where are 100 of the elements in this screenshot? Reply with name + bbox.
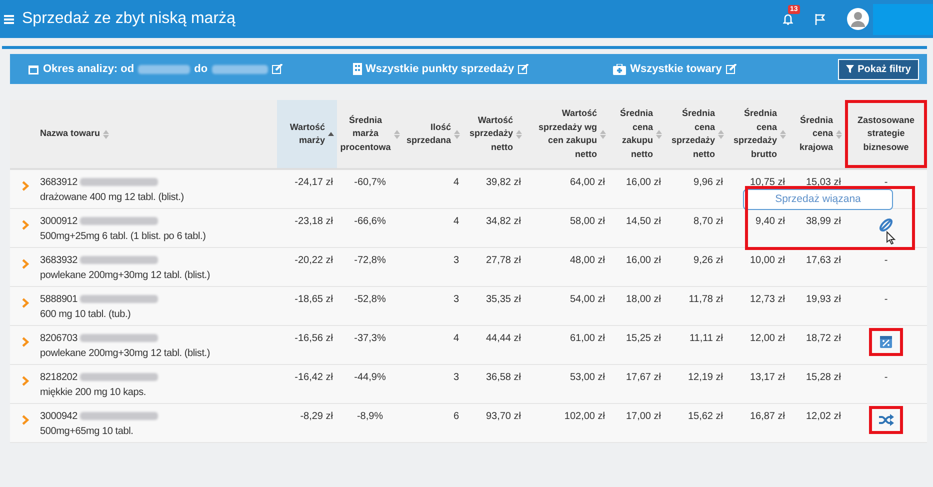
shuffle-icon[interactable] <box>878 414 894 426</box>
products-filter: Wszystkie towary <box>630 63 722 75</box>
menu-icon[interactable] <box>4 14 14 24</box>
table-cell: 54,00 zł <box>570 294 605 305</box>
table-cell: 15,03 zł <box>806 177 841 188</box>
table-cell: 39,82 zł <box>486 177 521 188</box>
empty-dash: - <box>884 255 888 266</box>
table-cell: 10,75 zł <box>750 177 785 188</box>
table-cell: -44,9% <box>354 372 386 383</box>
table-cell: -72,8% <box>354 255 386 266</box>
table-cell: 16,00 zł <box>626 177 661 188</box>
table-cell: 18,72 zł <box>806 333 841 344</box>
table-cell: 14,50 zł <box>626 216 661 227</box>
table-cell: 6 <box>453 411 459 422</box>
table-cell: -23,18 zł <box>294 216 333 227</box>
show-filters-button[interactable]: Pokaż filtry <box>838 58 919 80</box>
edit-icon[interactable] <box>518 64 530 74</box>
table-cell: 3 <box>453 372 459 383</box>
empty-dash: - <box>884 372 888 383</box>
product-description: 500mg+25mg 6 tabl. (1 blist. po 6 tabl.) <box>40 230 206 242</box>
table-cell: 17,63 zł <box>806 255 841 266</box>
table-cell: 10,00 zł <box>750 255 785 266</box>
flag-icon[interactable] <box>815 14 825 24</box>
table-cell: -18,65 zł <box>294 294 333 305</box>
table-cell: 58,00 zł <box>570 216 605 227</box>
filter-icon <box>846 65 854 73</box>
sort-icon[interactable] <box>394 130 400 138</box>
table-cell: 4 <box>453 333 459 344</box>
product-code: 3683932 <box>40 255 78 266</box>
bell-icon[interactable] <box>783 13 793 25</box>
table-cell: -52,8% <box>354 294 386 305</box>
product-description: 500mg+65mg 10 tabl. <box>40 426 134 436</box>
expand-chevron-icon[interactable] <box>22 298 28 308</box>
column-header: Zastosowane strategie biznesowe <box>856 114 916 154</box>
table-cell: 102,00 zł <box>564 411 605 422</box>
link-icon[interactable] <box>878 217 894 233</box>
sort-icon[interactable] <box>103 130 110 138</box>
table-cell: -16,42 zł <box>294 372 333 383</box>
table-cell: 16,87 zł <box>750 411 785 422</box>
table-cell: 9,40 zł <box>756 216 785 227</box>
sort-icon[interactable] <box>656 130 662 138</box>
expand-chevron-icon[interactable] <box>22 337 28 348</box>
sort-icon[interactable] <box>780 130 786 138</box>
column-header: Średnia cena sprzedaży netto <box>670 107 715 160</box>
table-cell: 64,00 zł <box>570 177 605 188</box>
table-cell: 11,78 zł <box>688 294 723 305</box>
sort-icon[interactable] <box>836 130 842 138</box>
table-cell: -16,56 zł <box>294 333 333 344</box>
table-cell: -20,22 zł <box>294 255 333 266</box>
table-cell: 17,00 zł <box>626 411 661 422</box>
calendar-icon <box>28 64 39 74</box>
column-header: Średnia marża procentowa <box>340 114 391 154</box>
table-cell: 35,35 zł <box>486 294 521 305</box>
sort-icon[interactable] <box>718 130 724 138</box>
table-cell: 4 <box>453 177 459 188</box>
sort-icon[interactable] <box>516 130 522 138</box>
table-cell: -24,17 zł <box>294 177 333 188</box>
column-header: Wartość marży <box>288 120 325 147</box>
period-to-label: do <box>194 63 208 75</box>
table-cell: 16,00 zł <box>626 255 661 266</box>
product-description: powlekane 200mg+30mg 12 tabl. (blist.) <box>40 270 210 280</box>
product-code: 3683912 <box>40 177 78 188</box>
table-cell: 15,25 zł <box>626 333 661 344</box>
column-header: Nazwa towaru <box>40 127 100 140</box>
edit-icon[interactable] <box>726 64 737 74</box>
period-label: Okres analizy: od <box>43 63 134 75</box>
table-cell: 15,62 zł <box>688 411 723 422</box>
sort-ascending-icon[interactable] <box>328 132 334 136</box>
expand-chevron-icon[interactable] <box>22 376 28 386</box>
expand-chevron-icon[interactable] <box>22 415 28 426</box>
table-cell: 12,19 zł <box>688 372 723 383</box>
sort-icon[interactable] <box>454 130 460 138</box>
table-cell: 44,44 zł <box>486 333 521 344</box>
first-aid-kit-icon <box>613 64 626 74</box>
column-header: Średnia cena zakupu netto <box>618 107 653 160</box>
expand-chevron-icon[interactable] <box>22 220 28 230</box>
table-cell: 17,67 zł <box>626 372 661 383</box>
product-description: drażowane 400 mg 12 tabl. (blist.) <box>40 192 184 202</box>
blurred-text <box>212 64 268 74</box>
tooltip: Sprzedaż wiązana <box>743 189 893 210</box>
product-code: 8218202 <box>40 372 78 383</box>
sort-icon[interactable] <box>600 130 606 138</box>
edit-icon[interactable] <box>272 64 283 74</box>
table-cell: 93,70 zł <box>486 411 521 422</box>
expand-chevron-icon[interactable] <box>22 259 28 270</box>
table-cell: 12,00 zł <box>750 333 785 344</box>
table-cell: -8,9% <box>356 411 384 422</box>
product-code: 3000912 <box>40 216 78 227</box>
product-description: miękkie 200 mg 10 kaps. <box>40 386 146 398</box>
expand-chevron-icon[interactable] <box>22 181 28 192</box>
table-cell: 3 <box>453 255 459 266</box>
table-cell: 36,58 zł <box>486 372 521 383</box>
avatar-icon[interactable] <box>847 8 869 30</box>
building-icon <box>352 63 362 75</box>
calendar-percent-icon[interactable] <box>879 335 893 349</box>
table-cell: -37,3% <box>354 333 386 344</box>
product-description: 600 mg 10 tabl. (tub.) <box>40 308 131 320</box>
table-cell: -8,29 zł <box>300 411 333 422</box>
table-cell: 11,11 zł <box>689 333 723 344</box>
table-cell: 53,00 zł <box>570 372 605 383</box>
